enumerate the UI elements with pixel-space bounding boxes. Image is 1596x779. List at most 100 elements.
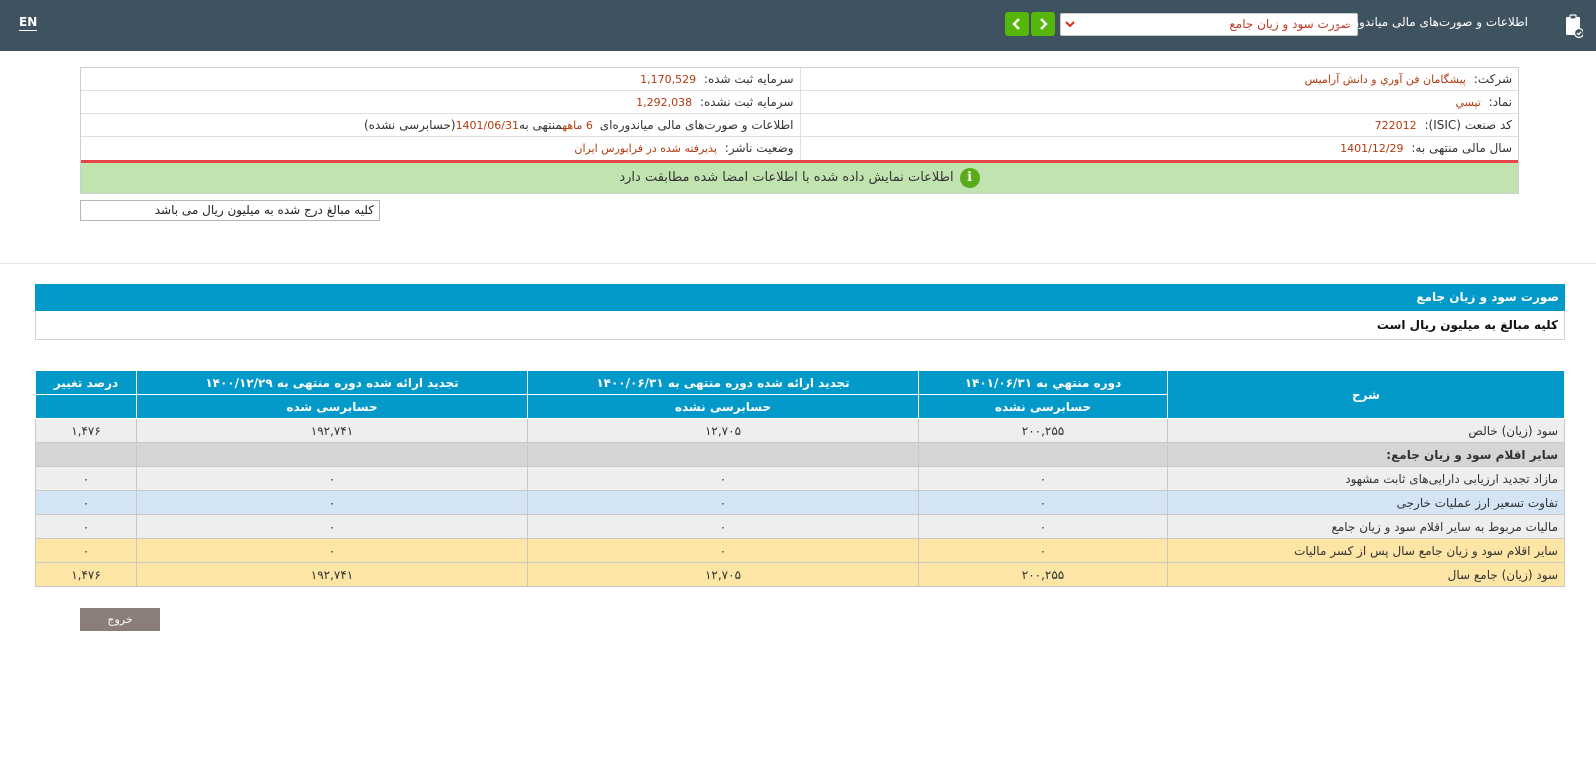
row-value: ۱۹۲,۷۴۱ [136, 562, 528, 587]
symbol-label: نماد: [1488, 95, 1512, 109]
capital-unregistered-cell: سرمایه ثبت نشده: 1,292,038 [81, 91, 800, 113]
table-row: سایر اقلام سود و زیان جامع: [35, 442, 1565, 467]
row-value [527, 442, 919, 467]
company-cell: شرکت: پیشگامان فن آوري و دانش آراميس [799, 68, 1519, 90]
row-value: ۰ [918, 490, 1168, 515]
row-value: ۰ [527, 490, 919, 515]
header-col3: تجدید ارائه شده دوره منتهی به ۱۴۰۰/۱۲/۲۹ [136, 370, 528, 395]
row-value [918, 442, 1168, 467]
publisher-status-value: پذیرفته شده در فرابورس ایران [574, 142, 717, 155]
row-value: ۰ [918, 514, 1168, 539]
clipboard-check-icon [1566, 14, 1583, 38]
row-value [136, 442, 528, 467]
header-description: شرح [1167, 370, 1565, 419]
capital-unregistered-value: 1,292,038 [636, 96, 693, 109]
row-value: ۰ [918, 538, 1168, 563]
isic-label: کد صنعت (ISIC): [1424, 118, 1512, 132]
table-row: مازاد تجدید ارزيابی دارایی‌های ثابت مشهو… [35, 466, 1565, 491]
exit-button[interactable]: خروج [80, 608, 160, 631]
capital-registered-label: سرمایه ثبت شده: [703, 72, 794, 86]
period-months: 6 ماهه [562, 119, 593, 132]
row-label: سود (زیان) جامع سال [1167, 562, 1565, 587]
report-type-selected: صورت سود و زیان جامع [1229, 17, 1351, 31]
chevron-right-icon [1040, 18, 1048, 30]
info-row: شرکت: پیشگامان فن آوري و دانش آراميس سرم… [81, 68, 1518, 91]
row-label: تفاوت تسعیر ارز عملیات خارجی [1167, 490, 1565, 515]
isic-cell: کد صنعت (ISIC): 722012 [799, 114, 1519, 136]
chevron-left-icon [1012, 18, 1020, 30]
fiscal-year-cell: سال مالی منتهی به: 1401/12/29 [799, 137, 1519, 160]
table-row: تفاوت تسعیر ارز عملیات خارجی ۰ ۰ ۰ ۰ [35, 490, 1565, 515]
period-date: 1401/06/31 [455, 119, 519, 132]
row-value: ۰ [35, 490, 137, 515]
report-type-select[interactable]: صورت سود و زیان جامع [1060, 13, 1358, 36]
comprehensive-income-table: شرح دوره منتهي به ۱۴۰۱/۰۶/۳۱ تجدید ارائه… [35, 370, 1565, 587]
row-value: ۰ [527, 538, 919, 563]
period-text-b: منتهی به [518, 118, 563, 132]
symbol-cell: نماد: تپسي [799, 91, 1519, 113]
match-notice: i اطلاعات نمایش داده شده با اطلاعات امضا … [81, 163, 1518, 193]
header-col3-sub: حسابرسی شده [136, 394, 528, 419]
page-title: اطلاعات و صورت‌های مالی میاندوره‌ای [1334, 15, 1528, 29]
row-label: مازاد تجدید ارزيابی دارایی‌های ثابت مشهو… [1167, 466, 1565, 491]
row-value: ۰ [35, 538, 137, 563]
row-value: ۰ [136, 538, 528, 563]
row-value: ۱,۴۷۶ [35, 562, 137, 587]
isic-value: 722012 [1374, 119, 1417, 132]
header-col1-sub: حسابرسی نشده [918, 394, 1168, 419]
period-cell: اطلاعات و صورت‌های مالی میاندوره‌ای 6 ما… [81, 114, 800, 136]
row-value: ۱۲,۷۰۵ [527, 562, 919, 587]
capital-registered-cell: سرمایه ثبت شده: 1,170,529 [81, 68, 800, 90]
info-row: کد صنعت (ISIC): 722012 اطلاعات و صورت‌ها… [81, 114, 1518, 137]
table-row: سود (زیان) جامع سال ۲۰۰,۲۵۵ ۱۲,۷۰۵ ۱۹۲,۷… [35, 562, 1565, 587]
table-row: مالیات مربوط به سایر اقلام سود و زیان جا… [35, 514, 1565, 539]
table-row: سایر اقلام سود و زیان جامع سال پس از کسر… [35, 538, 1565, 563]
row-value: ۱۲,۷۰۵ [527, 418, 919, 443]
row-value: ۰ [136, 466, 528, 491]
row-label: سایر اقلام سود و زیان جامع: [1167, 442, 1565, 467]
row-label: مالیات مربوط به سایر اقلام سود و زیان جا… [1167, 514, 1565, 539]
table-row: سود (زیان) خالص ۲۰۰,۲۵۵ ۱۲,۷۰۵ ۱۹۲,۷۴۱ ۱… [35, 418, 1565, 443]
header-change-sub [35, 394, 137, 419]
fiscal-year-value: 1401/12/29 [1340, 142, 1404, 155]
header-change: درصد تغییر [35, 370, 137, 395]
header-col1: دوره منتهي به ۱۴۰۱/۰۶/۳۱ [918, 370, 1168, 395]
publisher-status-cell: وضعیت ناشر: پذیرفته شده در فرابورس ایران [81, 137, 800, 160]
fiscal-year-label: سال مالی منتهی به: [1411, 141, 1512, 155]
company-label: شرکت: [1473, 72, 1512, 86]
info-row: نماد: تپسي سرمایه ثبت نشده: 1,292,038 [81, 91, 1518, 114]
period-status: (حسابرسی نشده) [363, 118, 456, 132]
prev-report-button[interactable] [1005, 12, 1029, 36]
company-info-panel: شرکت: پیشگامان فن آوري و دانش آراميس سرم… [80, 67, 1519, 194]
capital-unregistered-label: سرمایه ثبت نشده: [699, 95, 794, 109]
info-row: سال مالی منتهی به: 1401/12/29 وضعیت ناشر… [81, 137, 1518, 160]
row-value: ۰ [527, 514, 919, 539]
row-value: ۰ [136, 490, 528, 515]
language-toggle[interactable]: EN [19, 15, 38, 31]
section-divider [0, 263, 1596, 264]
info-icon: i [959, 167, 980, 188]
period-text-a: اطلاعات و صورت‌های مالی میاندوره‌ای [599, 118, 794, 132]
row-value: ۲۰۰,۲۵۵ [918, 562, 1168, 587]
statement-unit-note: کلیه مبالغ به میلیون ریال است [35, 311, 1565, 340]
chevron-down-icon [1065, 14, 1075, 42]
row-value: ۰ [35, 514, 137, 539]
next-report-button[interactable] [1031, 12, 1055, 36]
header-col2: تجدید ارائه شده دوره منتهی به ۱۴۰۰/۰۶/۳۱ [527, 370, 919, 395]
row-value: ۰ [136, 514, 528, 539]
statement-title: صورت سود و زیان جامع [35, 284, 1565, 311]
row-value: ۰ [918, 466, 1168, 491]
header-col2-sub: حسابرسی نشده [527, 394, 919, 419]
row-value: ۲۰۰,۲۵۵ [918, 418, 1168, 443]
row-label: سود (زیان) خالص [1167, 418, 1565, 443]
row-value: ۱۹۲,۷۴۱ [136, 418, 528, 443]
row-label: سایر اقلام سود و زیان جامع سال پس از کسر… [1167, 538, 1565, 563]
top-bar: EN صورت سود و زیان جامع اطلاعات و صورت‌ه… [0, 0, 1596, 51]
capital-registered-value: 1,170,529 [640, 73, 697, 86]
row-value: ۰ [527, 466, 919, 491]
company-value: پیشگامان فن آوري و دانش آراميس [1304, 73, 1466, 86]
match-notice-text: اطلاعات نمایش داده شده با اطلاعات امضا ش… [619, 170, 954, 185]
publisher-status-label: وضعیت ناشر: [724, 141, 794, 155]
symbol-value: تپسي [1455, 96, 1481, 109]
row-value [35, 442, 137, 467]
